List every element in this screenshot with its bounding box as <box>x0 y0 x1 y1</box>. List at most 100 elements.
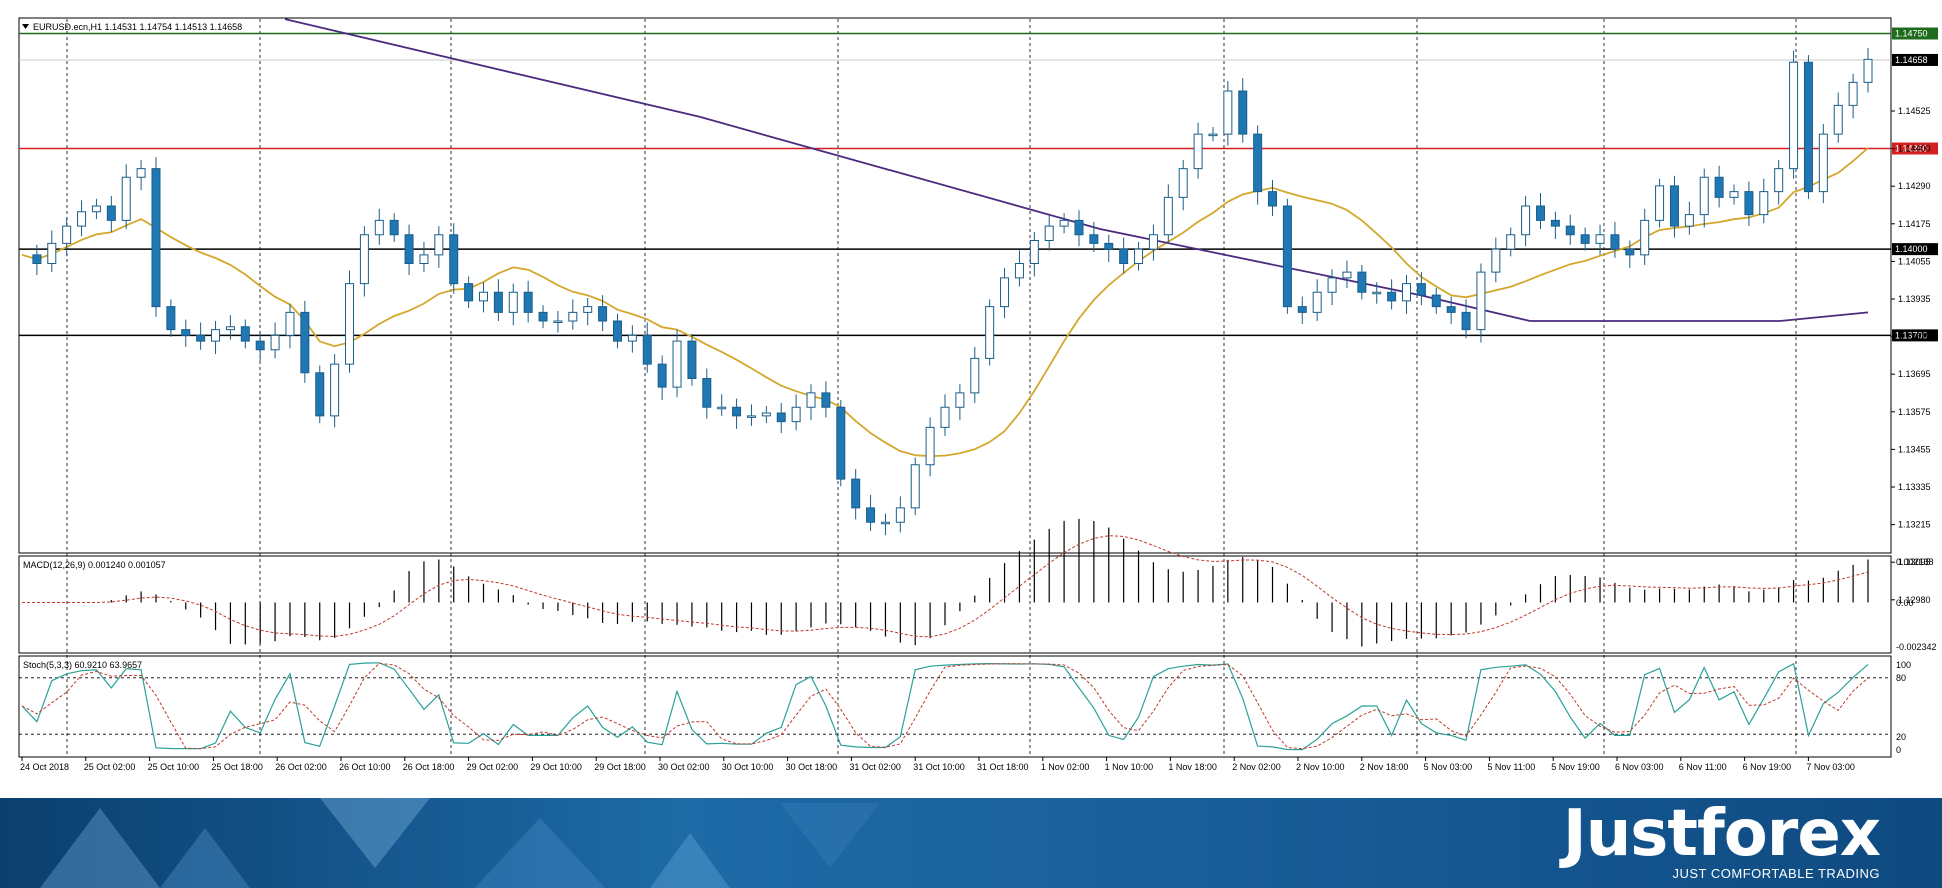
candle-body <box>1134 248 1144 264</box>
candle-body <box>345 283 355 365</box>
candle-body <box>1268 191 1278 207</box>
candle-body <box>91 205 101 213</box>
candle-body <box>672 340 682 388</box>
candle-body <box>1312 291 1322 313</box>
time-tick-label: 6 Nov 11:00 <box>1679 762 1727 772</box>
candle-body <box>508 291 518 313</box>
candle-body <box>1476 271 1486 331</box>
candle-body <box>1327 277 1337 293</box>
time-tick-label: 2 Nov 10:00 <box>1296 762 1345 772</box>
candle-body <box>1610 234 1620 250</box>
candle-body <box>806 392 816 408</box>
time-tick-label: 25 Oct 10:00 <box>148 762 200 772</box>
candle-body <box>1431 294 1441 308</box>
stoch-tick-80: 80 <box>1896 673 1906 683</box>
candle-body <box>1357 271 1367 293</box>
candle-body <box>1669 185 1679 227</box>
price-tick-label: 1.13575 <box>1898 407 1931 417</box>
candle-body <box>1238 90 1248 135</box>
candle-body <box>1223 90 1233 135</box>
candle-body <box>791 406 801 423</box>
candle-body <box>717 406 727 410</box>
candle-body <box>612 320 622 342</box>
candle-body <box>776 412 786 423</box>
candle-body <box>359 234 369 285</box>
candle-body <box>1372 291 1382 295</box>
macd-header: MACD(12,26,9) 0.001240 0.001057 <box>23 560 166 570</box>
time-tick-label: 29 Oct 18:00 <box>594 762 646 772</box>
candle-body <box>1506 234 1516 250</box>
candle-body <box>1759 191 1769 216</box>
candle-body <box>523 291 533 313</box>
candle-body <box>449 234 459 285</box>
time-tick-label: 29 Oct 02:00 <box>467 762 519 772</box>
candle-body <box>1535 205 1545 221</box>
candle-body <box>1178 168 1188 198</box>
price-tick-label: 1.13455 <box>1898 444 1931 454</box>
time-tick-label: 31 Oct 02:00 <box>849 762 901 772</box>
time-tick-label: 6 Nov 03:00 <box>1615 762 1664 772</box>
candle-body <box>181 329 191 336</box>
candle-body <box>211 329 221 342</box>
level-label: 1.14000 <box>1895 244 1928 254</box>
time-tick-label: 30 Oct 02:00 <box>658 762 710 772</box>
candle-body <box>1119 248 1129 264</box>
candle-body <box>1833 104 1843 135</box>
price-tick-label: 1.14290 <box>1898 181 1931 191</box>
candle-body <box>166 306 176 331</box>
candle-body <box>553 320 563 323</box>
brand-footer: Justforex JUST COMFORTABLE TRADING <box>0 798 1942 888</box>
stoch-tick-100: 100 <box>1896 660 1911 670</box>
time-tick-label: 26 Oct 18:00 <box>403 762 455 772</box>
candle-body <box>1818 133 1828 193</box>
candle-body <box>821 392 831 408</box>
candle-body <box>1416 283 1426 296</box>
candle-body <box>255 340 265 351</box>
candle-body <box>1655 185 1665 221</box>
candle-body <box>1714 176 1724 198</box>
candle-body <box>1744 191 1754 216</box>
brand-tagline: JUST COMFORTABLE TRADING <box>1672 866 1880 881</box>
price-tick-label: 1.14525 <box>1898 106 1931 116</box>
candle-body <box>1461 311 1471 331</box>
candle-body <box>1521 205 1531 236</box>
candle-body <box>1491 248 1501 273</box>
candle-body <box>1074 219 1084 236</box>
candle-body <box>1059 219 1069 227</box>
candle-body <box>1089 234 1099 244</box>
time-tick-label: 7 Nov 03:00 <box>1806 762 1855 772</box>
candle-body <box>1640 219 1650 256</box>
candle-body <box>970 357 980 394</box>
candle-body <box>464 283 474 302</box>
candle-body <box>1446 306 1456 313</box>
justforex-logo[interactable]: Justforex <box>1563 802 1881 866</box>
candle-body <box>866 507 876 523</box>
candle-body <box>225 326 235 331</box>
candle-body <box>627 334 637 342</box>
macd-tick-zero: 0.00 <box>1896 598 1914 608</box>
candle-body <box>1625 248 1635 256</box>
candle-body <box>62 225 72 244</box>
candle-body <box>1387 291 1397 302</box>
candle-body <box>761 412 771 417</box>
candle-body <box>1014 263 1024 279</box>
candle-body <box>851 478 861 509</box>
candle-body <box>1208 133 1218 137</box>
time-tick-label: 26 Oct 10:00 <box>339 762 391 772</box>
time-tick-label: 29 Oct 10:00 <box>530 762 582 772</box>
candle-body <box>598 306 608 322</box>
stoch-tick-20: 20 <box>1896 732 1906 742</box>
candle-body <box>568 311 578 322</box>
candle-body <box>404 234 414 264</box>
time-tick-label: 5 Nov 19:00 <box>1551 762 1600 772</box>
candle-body <box>1774 168 1784 193</box>
candle-body <box>270 334 280 351</box>
candle-body <box>1253 133 1263 193</box>
candle-body <box>136 168 146 178</box>
candle-body <box>285 311 295 336</box>
time-tick-label: 5 Nov 11:00 <box>1487 762 1535 772</box>
time-tick-label: 25 Oct 18:00 <box>211 762 263 772</box>
time-tick-label: 6 Nov 19:00 <box>1743 762 1792 772</box>
level-label: 1.14750 <box>1895 29 1928 39</box>
candle-body <box>940 406 950 428</box>
